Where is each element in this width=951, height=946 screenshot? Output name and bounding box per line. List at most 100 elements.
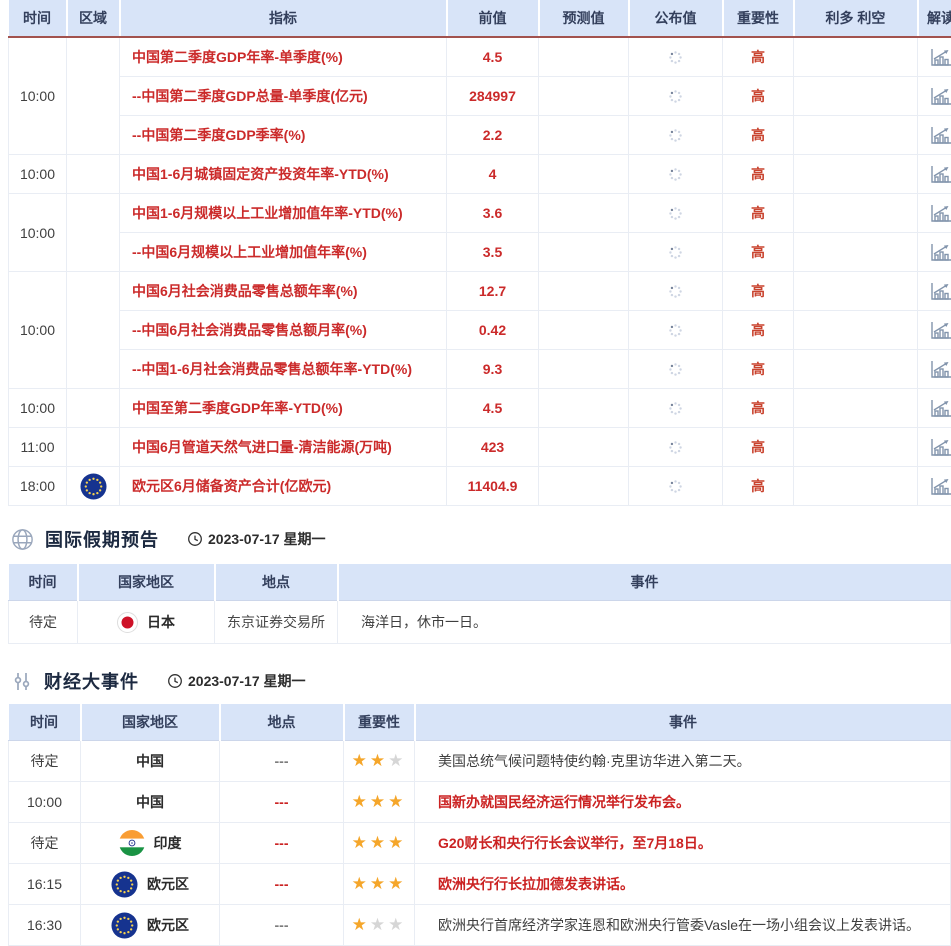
- indicator-cell[interactable]: 中国第二季度GDP年率-单季度(%): [120, 37, 447, 77]
- event-cell: 海洋日，休市一日。: [338, 601, 951, 644]
- indicator-cell[interactable]: --中国第二季度GDP总量-单季度(亿元): [120, 77, 447, 116]
- col-country: 国家地区: [81, 704, 220, 741]
- chart-icon[interactable]: [929, 204, 951, 220]
- chart-icon[interactable]: [929, 87, 951, 103]
- forecast-value: [539, 467, 629, 506]
- indicator-cell[interactable]: --中国第二季度GDP季率(%): [120, 116, 447, 155]
- holiday-table-header-row: 时间 国家地区 地点 事件: [9, 564, 951, 601]
- chart-icon[interactable]: [929, 360, 951, 376]
- country-name: 欧元区: [147, 874, 189, 894]
- bull-bear-cell: [794, 77, 918, 116]
- importance-badge: 高: [723, 77, 794, 116]
- importance-badge: 高: [723, 428, 794, 467]
- importance-badge: 高: [723, 272, 794, 311]
- indicator-cell[interactable]: 中国6月管道天然气进口量-清洁能源(万吨): [120, 428, 447, 467]
- indicator-cell[interactable]: 中国1-6月城镇固定资产投资年率-YTD(%): [120, 155, 447, 194]
- country-name: 中国: [136, 751, 164, 771]
- loading-spinner-icon: [668, 88, 683, 104]
- importance-stars: ★★★: [344, 741, 415, 782]
- star-filled-icon: ★: [370, 874, 388, 893]
- star-filled-icon: ★: [352, 751, 370, 770]
- indicator-cell[interactable]: --中国1-6月社会消费品零售总额年率-YTD(%): [120, 350, 447, 389]
- chart-icon[interactable]: [929, 165, 951, 181]
- event-row: 待定中国---★★★美国总统气候问题特使约翰·克里访华进入第二天。: [9, 741, 951, 782]
- country-cell: 欧元区: [81, 905, 220, 946]
- interpret-cell: [918, 155, 951, 194]
- events-table: 时间 国家地区 地点 重要性 事件 待定中国---★★★美国总统气候问题特使约翰…: [8, 704, 951, 946]
- events-section-title: 财经大事件: [44, 668, 139, 694]
- previous-value: 4: [447, 155, 539, 194]
- country-cell: 印度: [81, 823, 220, 864]
- loading-spinner-icon: [668, 127, 683, 143]
- star-filled-icon: ★: [388, 874, 406, 893]
- country-cell: 中国: [81, 782, 220, 823]
- indicator-cell[interactable]: 中国1-6月规模以上工业增加值年率-YTD(%): [120, 194, 447, 233]
- event-cell: 美国总统气候问题特使约翰·克里访华进入第二天。: [415, 741, 951, 782]
- interpret-cell: [918, 467, 951, 506]
- previous-value: 12.7: [447, 272, 539, 311]
- india-flag-icon: [119, 830, 145, 856]
- indicator-cell[interactable]: --中国6月社会消费品零售总额月率(%): [120, 311, 447, 350]
- country-cell: 中国: [81, 741, 220, 782]
- time-cell: 待定: [9, 601, 78, 644]
- bull-bear-cell: [794, 311, 918, 350]
- sliders-icon: [10, 669, 34, 694]
- interpret-cell: [918, 350, 951, 389]
- forecast-value: [539, 272, 629, 311]
- forecast-value: [539, 116, 629, 155]
- col-bull-bear: 利多 利空: [794, 0, 918, 37]
- importance-badge: 高: [723, 194, 794, 233]
- chart-icon[interactable]: [929, 321, 951, 337]
- bull-bear-cell: [794, 350, 918, 389]
- time-cell: 待定: [9, 741, 81, 782]
- importance-badge: 高: [723, 389, 794, 428]
- events-table-header-row: 时间 国家地区 地点 重要性 事件: [9, 704, 951, 741]
- indicator-cell[interactable]: --中国6月规模以上工业增加值年率(%): [120, 233, 447, 272]
- col-country: 国家地区: [78, 564, 215, 601]
- region-cell: [67, 428, 120, 467]
- forecast-value: [539, 350, 629, 389]
- chart-icon[interactable]: [929, 438, 951, 454]
- previous-value: 4.5: [447, 37, 539, 77]
- forecast-value: [539, 77, 629, 116]
- chart-icon[interactable]: [929, 126, 951, 142]
- country-name: 日本: [147, 612, 175, 632]
- loading-spinner-icon: [668, 439, 683, 455]
- chart-icon[interactable]: [929, 477, 951, 493]
- chart-icon[interactable]: [929, 243, 951, 259]
- col-announced: 公布值: [629, 0, 723, 37]
- loading-spinner-icon: [668, 478, 683, 494]
- time-cell: 18:00: [9, 467, 67, 506]
- chart-icon[interactable]: [929, 48, 951, 64]
- importance-stars: ★★★: [344, 905, 415, 946]
- bull-bear-cell: [794, 233, 918, 272]
- indicator-cell[interactable]: 中国6月社会消费品零售总额年率(%): [120, 272, 447, 311]
- time-cell: 10:00: [9, 389, 67, 428]
- indicator-cell[interactable]: 欧元区6月储备资产合计(亿欧元): [120, 467, 447, 506]
- eu-flag-icon: [80, 477, 107, 493]
- star-filled-icon: ★: [388, 833, 406, 852]
- indicator-cell[interactable]: 中国至第二季度GDP年率-YTD(%): [120, 389, 447, 428]
- event-cell: 国新办就国民经济运行情况举行发布会。: [415, 782, 951, 823]
- holiday-table: 时间 国家地区 地点 事件 待定日本东京证券交易所海洋日，休市一日。: [8, 564, 951, 644]
- forecast-value: [539, 233, 629, 272]
- announced-value: [629, 37, 723, 77]
- loading-spinner-icon: [668, 400, 683, 416]
- previous-value: 11404.9: [447, 467, 539, 506]
- star-filled-icon: ★: [388, 792, 406, 811]
- col-event: 事件: [415, 704, 951, 741]
- country-cell: 日本: [78, 601, 215, 644]
- time-cell: 10:00: [9, 272, 67, 389]
- importance-stars: ★★★: [344, 864, 415, 905]
- event-row: 16:30欧元区---★★★欧洲央行首席经济学家连恩和欧洲央行管委Vasle在一…: [9, 905, 951, 946]
- star-empty-icon: ★: [370, 915, 388, 934]
- economic-table-header-row: 时间 区域 指标 前值 预测值 公布值 重要性 利多 利空 解读: [9, 0, 951, 37]
- holiday-section-title: 国际假期预告: [45, 526, 159, 552]
- country-name: 中国: [136, 792, 164, 812]
- chart-icon[interactable]: [929, 399, 951, 415]
- event-row: 16:15欧元区---★★★欧洲央行行长拉加德发表讲话。: [9, 864, 951, 905]
- time-cell: 10:00: [9, 782, 81, 823]
- chart-icon[interactable]: [929, 282, 951, 298]
- interpret-cell: [918, 116, 951, 155]
- previous-value: 4.5: [447, 389, 539, 428]
